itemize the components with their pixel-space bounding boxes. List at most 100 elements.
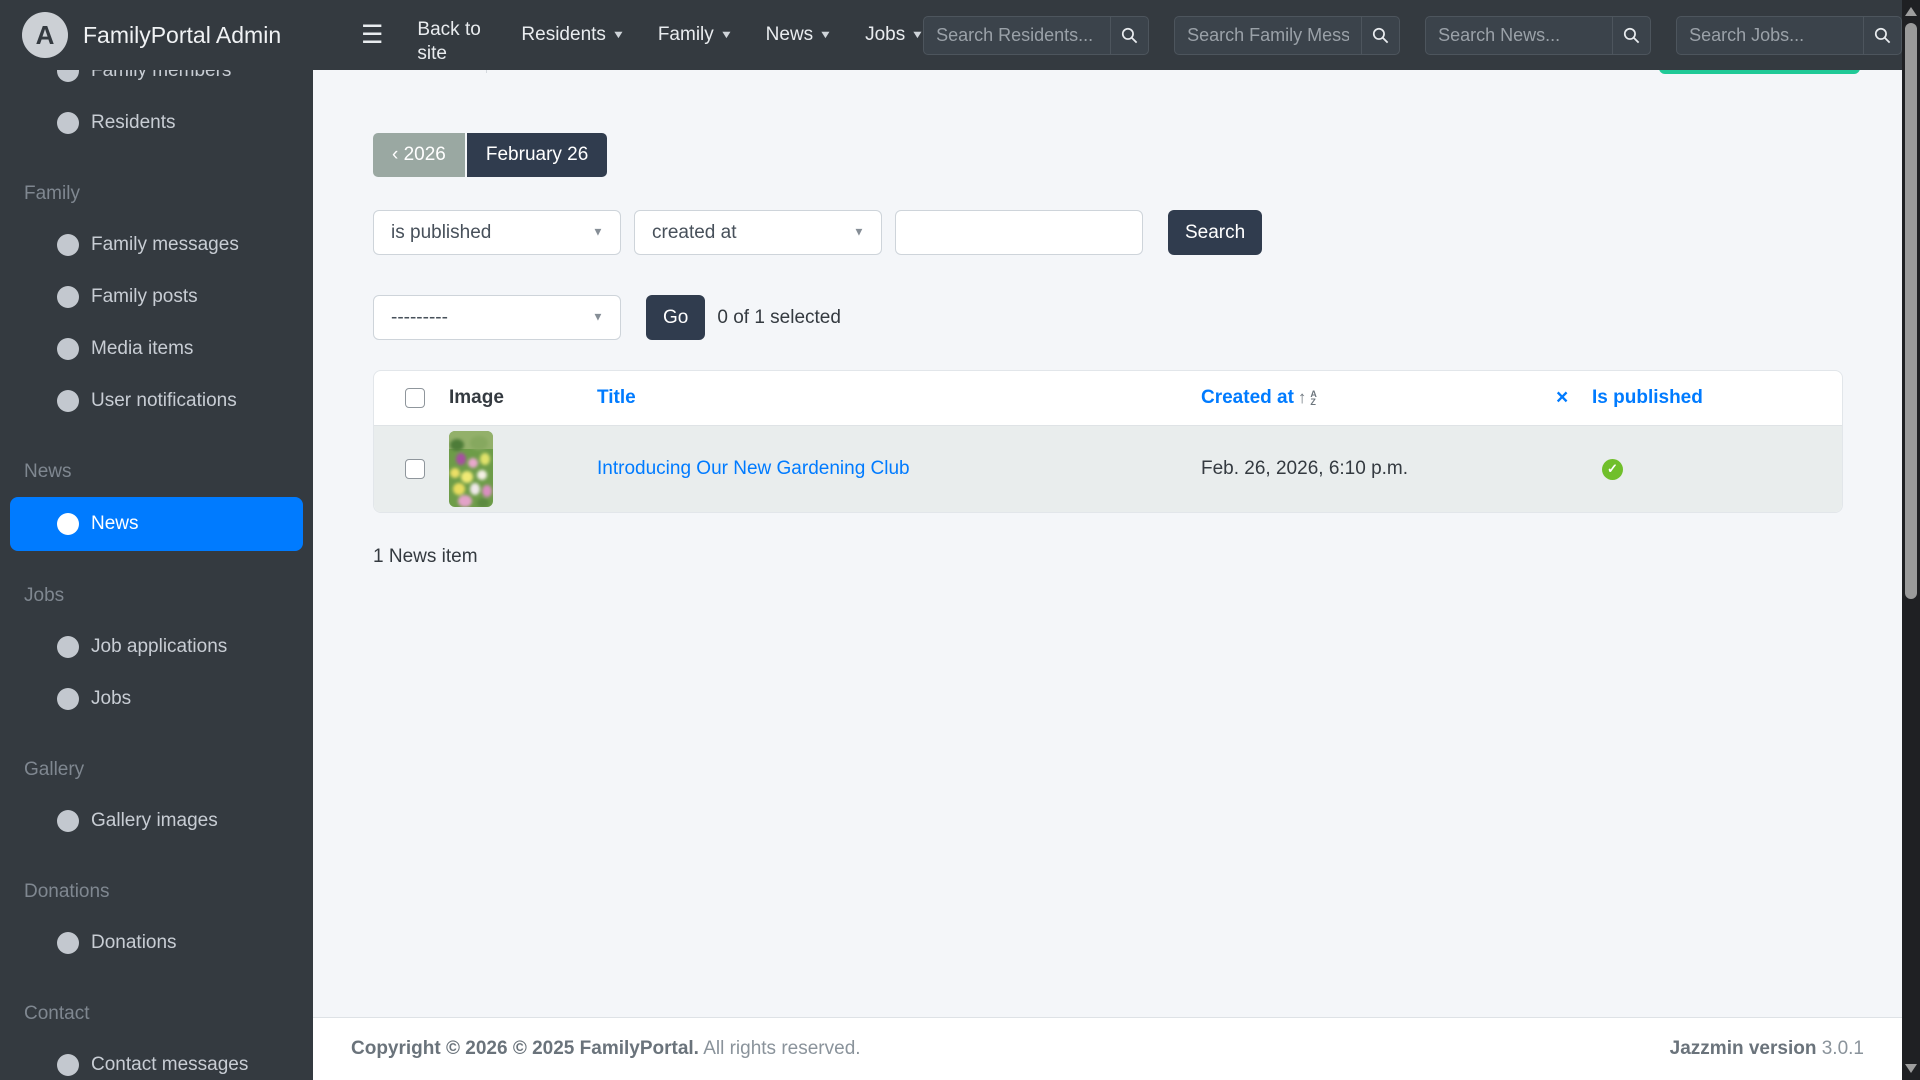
sidebar-item-jobs[interactable]: Jobs	[0, 673, 313, 725]
sidebar-item-media-items[interactable]: Media items	[0, 323, 313, 375]
table-header-row: Image Title Created at ↑ AZ × Is publish…	[374, 371, 1842, 426]
circle-icon	[57, 1054, 79, 1076]
chevron-down-icon: ▼	[592, 225, 604, 238]
sidebar-section-news: News	[24, 461, 72, 482]
sidebar-item-label: Family posts	[91, 286, 198, 307]
nav-back-to-site[interactable]: Back to site	[417, 18, 487, 66]
sidebar-section-gallery: Gallery	[24, 759, 85, 780]
chevron-down-icon: ▼	[719, 29, 734, 41]
search-icon	[1623, 27, 1640, 43]
sidebar-item-job-applications[interactable]: Job applications	[0, 621, 313, 673]
date-hierarchy: ‹ 2026 February 26	[373, 133, 1860, 177]
news-item-title-link[interactable]: Introducing Our New Gardening Club	[597, 458, 910, 479]
footer-version-label: Jazzmin version	[1669, 1038, 1817, 1059]
nav-menu-family-label: Family	[657, 24, 714, 45]
scrollbar-track[interactable]	[1902, 0, 1920, 1080]
circle-icon	[57, 286, 79, 308]
scrollbar-up-arrow-icon[interactable]	[1905, 7, 1917, 16]
search-icon	[1874, 27, 1891, 43]
sidebar-item-family-members[interactable]: Family members	[0, 70, 313, 97]
scrollbar-thumb[interactable]	[1905, 23, 1917, 599]
circle-icon	[57, 112, 79, 134]
select-all-checkbox[interactable]	[405, 388, 425, 408]
date-current-button[interactable]: February 26	[466, 133, 608, 177]
circle-icon	[57, 932, 79, 954]
column-header-title[interactable]: Title	[597, 387, 636, 408]
clear-sort-icon[interactable]: ×	[1556, 386, 1568, 409]
action-select[interactable]: --------- ▼	[373, 295, 621, 340]
sidebar-item-family-messages[interactable]: Family messages	[0, 219, 313, 271]
nav-menu-news-label: News	[765, 24, 814, 45]
circle-icon	[57, 810, 79, 832]
nav-menu-residents-label: Residents	[521, 24, 606, 45]
circle-icon	[57, 636, 79, 658]
sidebar-item-label: Contact messages	[91, 1054, 249, 1075]
menu-toggle-icon[interactable]: ☰	[361, 20, 383, 50]
row-checkbox[interactable]	[405, 459, 425, 479]
filter-search-button[interactable]: Search	[1168, 210, 1263, 255]
date-back-year-button[interactable]: ‹ 2026	[373, 133, 465, 177]
chevron-down-icon: ▼	[611, 29, 626, 41]
search-residents-button[interactable]	[1110, 15, 1150, 55]
sidebar-item-label: Gallery images	[91, 810, 218, 831]
nav-menu-news[interactable]: News ▼	[765, 24, 833, 46]
sidebar-section-donations: Donations	[24, 881, 110, 902]
brand-title: FamilyPortal Admin	[83, 21, 282, 48]
footer-version: Jazzmin version 3.0.1	[1670, 1038, 1864, 1060]
sidebar-item-label: Family members	[91, 70, 232, 81]
main-content: News Home › News › News + Add News item …	[313, 28, 1920, 568]
filter-search-input[interactable]	[895, 210, 1143, 255]
published-filter-value: is published	[391, 221, 492, 243]
sidebar-item-label: Donations	[91, 932, 177, 953]
nav-menu-family[interactable]: Family ▼	[657, 24, 734, 46]
sidebar-item-family-posts[interactable]: Family posts	[0, 271, 313, 323]
sidebar-item-contact-messages[interactable]: Contact messages	[0, 1039, 313, 1080]
nav-menu-jobs[interactable]: Jobs ▼	[865, 24, 924, 46]
scrollbar-down-arrow-icon[interactable]	[1905, 1064, 1917, 1073]
brand[interactable]: A FamilyPortal Admin	[0, 0, 313, 70]
sidebar-item-label: Jobs	[91, 688, 132, 709]
column-header-is-published[interactable]: Is published	[1592, 387, 1703, 408]
nav-menu-residents[interactable]: Residents ▼	[521, 24, 626, 46]
sidebar-item-user-notifications[interactable]: User notifications	[0, 375, 313, 427]
sidebar-item-news[interactable]: News	[10, 497, 303, 551]
news-item-created-at: Feb. 26, 2026, 6:10 p.m.	[1201, 458, 1409, 479]
chevron-down-icon: ▼	[818, 29, 833, 41]
sidebar-item-label: User notifications	[91, 390, 237, 411]
nav-menu-jobs-label: Jobs	[865, 24, 906, 45]
circle-icon	[57, 688, 79, 710]
published-filter-select[interactable]: is published ▼	[373, 210, 621, 255]
published-check-icon: ✓	[1602, 458, 1623, 480]
created-at-filter-value: created at	[652, 221, 737, 243]
search-jobs-button[interactable]	[1863, 15, 1903, 55]
search-news-button[interactable]	[1612, 15, 1652, 55]
circle-icon	[57, 513, 79, 535]
table-row: Introducing Our New Gardening Club Feb. …	[374, 426, 1842, 512]
column-header-image: Image	[449, 387, 504, 408]
sidebar-item-label: Media items	[91, 338, 194, 359]
search-family-messages-button[interactable]	[1361, 15, 1401, 55]
sidebar-item-donations[interactable]: Donations	[0, 917, 313, 969]
column-header-created-at[interactable]: Created at	[1201, 387, 1294, 409]
search-residents-input[interactable]	[923, 15, 1111, 55]
search-news-input[interactable]	[1425, 15, 1613, 55]
sidebar-item-gallery-images[interactable]: Gallery images	[0, 795, 313, 847]
sidebar-item-residents[interactable]: Residents	[0, 97, 313, 149]
go-button[interactable]: Go	[646, 295, 706, 340]
created-at-filter-select[interactable]: created at ▼	[634, 210, 882, 255]
sort-alpha-icon[interactable]: ↑	[1298, 388, 1307, 408]
selection-status: 0 of 1 selected	[717, 306, 841, 328]
search-family-messages-input[interactable]	[1174, 15, 1362, 55]
sidebar: Family members Residents Family Family m…	[0, 70, 313, 1080]
footer-rights: All rights reserved.	[703, 1038, 861, 1059]
filter-bar: is published ▼ created at ▼ Search	[373, 210, 1860, 255]
sidebar-section-jobs: Jobs	[24, 585, 65, 606]
action-bar: --------- ▼ Go 0 of 1 selected	[373, 295, 1860, 340]
app-logo-icon: A	[22, 12, 68, 58]
chevron-down-icon: ▼	[592, 310, 604, 323]
search-jobs-input[interactable]	[1676, 15, 1864, 55]
circle-icon	[57, 234, 79, 256]
sidebar-item-label: Job applications	[91, 636, 228, 657]
top-navbar: A FamilyPortal Admin ☰ Back to site Resi…	[0, 0, 1920, 70]
footer: Copyright © 2026 © 2025 FamilyPortal. Al…	[313, 1017, 1902, 1080]
